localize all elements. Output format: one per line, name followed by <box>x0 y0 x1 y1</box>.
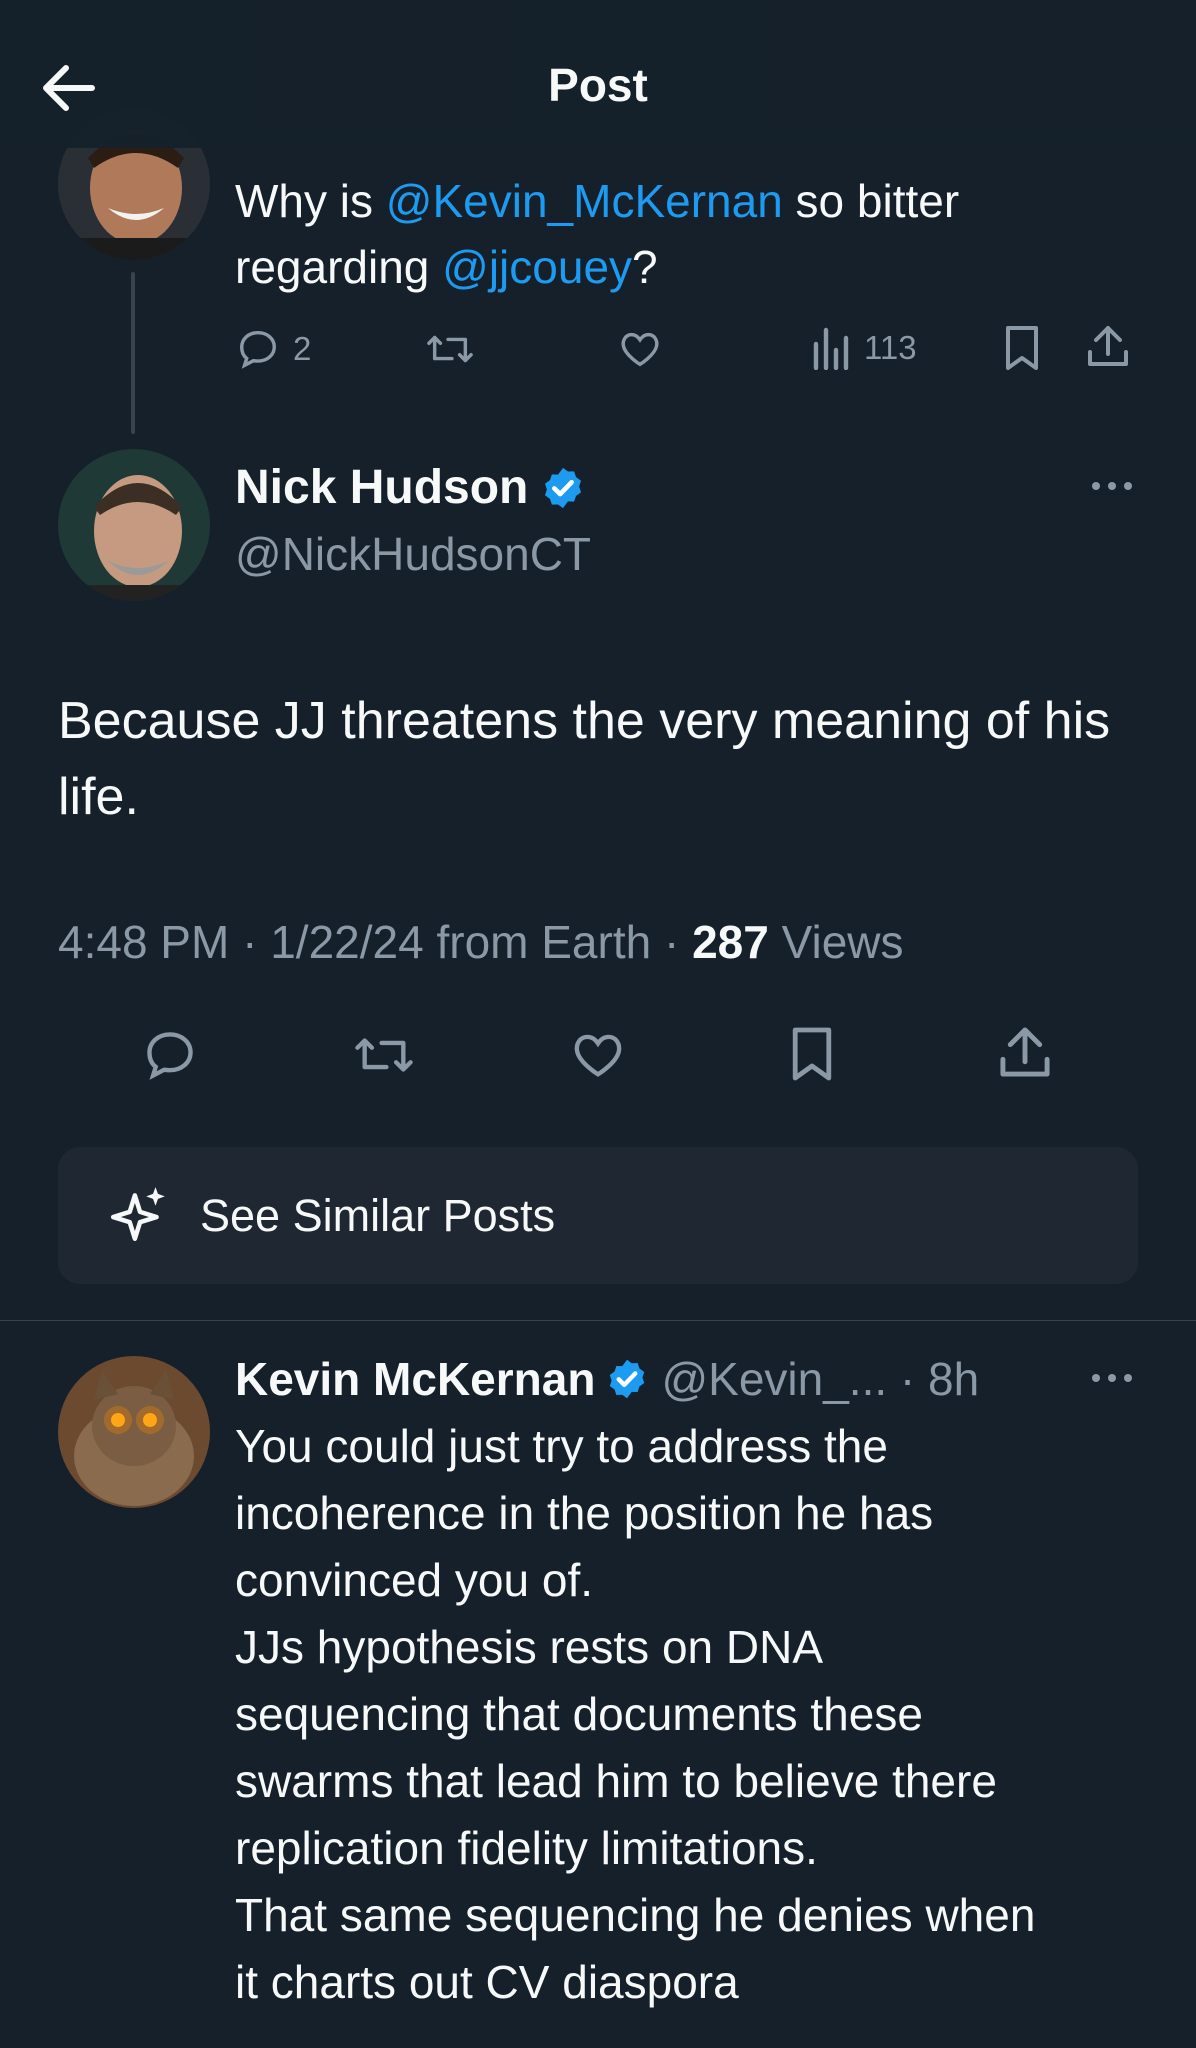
post-time: 4:48 PM <box>58 916 230 968</box>
verified-icon <box>610 1359 645 1399</box>
thread-connector <box>131 272 135 434</box>
views-label: Views <box>781 916 904 968</box>
mention-jjcouey[interactable]: @jjcouey <box>442 241 632 293</box>
reply-author-handle[interactable]: @Kevin_... <box>661 1352 887 1406</box>
main-author-name[interactable]: Nick Hudson <box>235 460 528 515</box>
top-bar: Post <box>0 0 1196 148</box>
mention-kevin[interactable]: @Kevin_McKernan <box>386 175 783 227</box>
main-reply-button[interactable] <box>140 1026 200 1084</box>
bookmark-icon <box>792 1027 832 1081</box>
main-more-button[interactable] <box>1088 478 1136 499</box>
verified-icon <box>545 467 582 508</box>
share-icon <box>1000 1027 1050 1077</box>
reply-more-button[interactable] <box>1088 1370 1136 1391</box>
main-post-text: Because JJ threatens the very meaning of… <box>58 692 1111 826</box>
parent-view-count: 113 <box>864 329 917 366</box>
reply-line: That same sequencing he denies when <box>235 1889 1036 1941</box>
parent-reply-count: 2 <box>293 330 312 367</box>
parent-retweet-button[interactable] <box>425 326 475 372</box>
bookmark-icon <box>1006 326 1038 370</box>
reply-header: Kevin McKernan @Kevin_... · 8h <box>235 1352 979 1406</box>
page-title: Post <box>548 59 648 111</box>
reply-icon <box>239 330 277 369</box>
reply-line: convinced you of. <box>235 1554 594 1606</box>
reply-author-avatar[interactable] <box>58 1356 210 1508</box>
retweet-icon <box>427 335 473 363</box>
views-icon <box>813 327 849 370</box>
retweet-icon <box>355 1038 413 1072</box>
main-author-handle[interactable]: @NickHudsonCT <box>235 527 591 581</box>
post-date: 1/22/24 <box>270 916 424 968</box>
main-author-name-row: Nick Hudson <box>235 460 586 515</box>
main-author-avatar[interactable] <box>58 449 210 601</box>
post-source: from Earth <box>436 916 652 968</box>
parent-like-button[interactable] <box>616 326 664 372</box>
like-icon <box>574 1034 622 1077</box>
parent-share-button[interactable] <box>1086 322 1130 370</box>
more-icon <box>1092 482 1132 490</box>
share-icon <box>1088 326 1128 366</box>
reply-author-name[interactable]: Kevin McKernan <box>235 1352 595 1406</box>
more-icon <box>1092 1374 1132 1382</box>
divider <box>0 1320 1196 1321</box>
main-share-button[interactable] <box>998 1022 1052 1082</box>
parent-views-button[interactable]: 113 <box>812 326 917 370</box>
parent-bookmark-button[interactable] <box>1002 324 1042 372</box>
reply-line: swarms that lead him to believe there <box>235 1755 997 1807</box>
reply-line: sequencing that documents these <box>235 1688 923 1740</box>
views-count[interactable]: 287 <box>692 916 769 968</box>
reply-age: 8h <box>928 1353 980 1405</box>
reply-text: You could just try to address the incohe… <box>235 1413 1155 2016</box>
reply-icon <box>147 1032 193 1080</box>
parent-reply-button[interactable]: 2 <box>235 326 311 372</box>
reply-line: You could just try to address the <box>235 1420 888 1472</box>
main-retweet-button[interactable] <box>352 1026 416 1084</box>
parent-post-text: Why is @Kevin_McKernan so bitter regardi… <box>235 175 960 293</box>
main-like-button[interactable] <box>568 1026 628 1084</box>
reply-dot: · <box>887 1353 929 1405</box>
sparkle-icon <box>110 1186 165 1241</box>
reply-line: incoherence in the position he has <box>235 1487 934 1539</box>
reply-line: it charts out CV diaspora <box>235 1956 739 2008</box>
post-meta: 4:48 PM · 1/22/24 from Earth · 287 Views <box>58 916 904 968</box>
reply-line: JJs hypothesis rests on DNA <box>235 1621 824 1673</box>
main-bookmark-button[interactable] <box>788 1024 836 1084</box>
see-similar-posts-button[interactable]: See Similar Posts <box>58 1147 1138 1284</box>
see-similar-posts-label: See Similar Posts <box>200 1189 556 1241</box>
reply-line: replication fidelity limitations. <box>235 1822 818 1874</box>
like-icon <box>621 332 659 367</box>
